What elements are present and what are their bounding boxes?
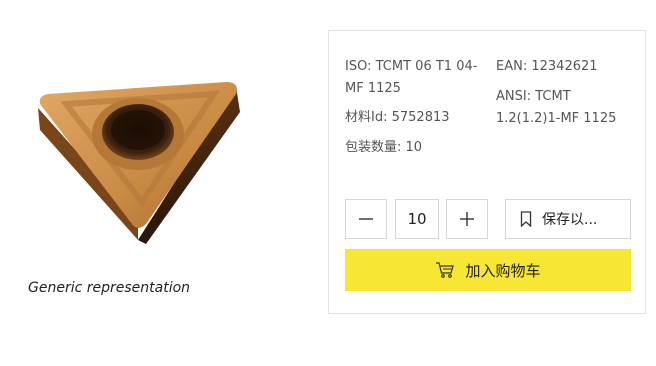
pack-label: 包装数量: [345, 140, 402, 155]
add-to-cart-button[interactable]: 加入购物车 [345, 249, 631, 291]
quantity-field[interactable] [395, 199, 439, 239]
material-value: 5752813 [391, 110, 450, 125]
iso-spec: ISO: TCMT 06 T1 04-MF 1125 [345, 56, 485, 100]
product-info-card: ISO: TCMT 06 T1 04-MF 1125 材料Id: 5752813… [328, 30, 646, 314]
ean-label: EAN: [496, 59, 528, 74]
quantity-input[interactable] [395, 209, 439, 229]
pack-quantity-spec: 包装数量: 10 [345, 137, 422, 159]
increase-quantity-button[interactable] [446, 199, 488, 239]
cart-label: 加入购物车 [465, 261, 541, 280]
bookmark-icon [520, 211, 532, 227]
product-image [38, 82, 240, 244]
ean-spec: EAN: 12342621 [496, 56, 598, 78]
iso-label: ISO: [345, 59, 372, 74]
material-id-spec: 材料Id: 5752813 [345, 107, 450, 129]
image-caption: Generic representation [28, 280, 191, 296]
decrease-quantity-button[interactable] [345, 199, 387, 239]
ansi-label: ANSI: [496, 89, 532, 104]
pack-value: 10 [405, 140, 423, 155]
save-to-list-button[interactable]: 保存以... [505, 199, 631, 239]
cart-icon [436, 262, 455, 278]
ean-value: 12342621 [531, 59, 598, 74]
ansi-spec: ANSI: TCMT 1.2(1.2)1-MF 1125 [496, 86, 636, 130]
plus-icon [460, 212, 474, 226]
quantity-controls: 保存以... [345, 199, 631, 239]
save-label: 保存以... [542, 212, 598, 228]
minus-icon [359, 218, 373, 220]
material-label: 材料Id: [345, 110, 388, 125]
